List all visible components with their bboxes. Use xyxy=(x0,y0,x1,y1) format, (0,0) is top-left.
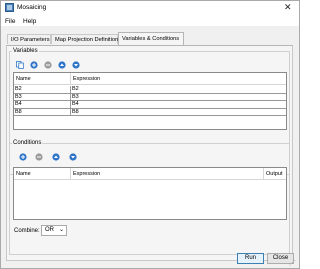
menu-help[interactable]: Help xyxy=(23,18,36,25)
table-row[interactable]: B4 B4 xyxy=(14,101,286,109)
conditions-col-expression[interactable]: Expression xyxy=(71,168,264,180)
variable-expression-cell[interactable]: B2 xyxy=(71,86,79,93)
menu-bar: File Help xyxy=(1,15,299,26)
menu-file[interactable]: File xyxy=(5,18,15,25)
resize-grip-icon[interactable]: ⋰ xyxy=(289,259,296,267)
mosaicing-window: Mosaicing ✕ File Help I/O Parameters Map… xyxy=(0,0,300,269)
add-variable-icon[interactable] xyxy=(30,61,38,69)
move-down-condition-icon[interactable] xyxy=(69,153,77,161)
conditions-group-title: Conditions xyxy=(12,140,43,146)
add-condition-icon[interactable] xyxy=(19,153,27,161)
variable-name-cell[interactable]: B8 xyxy=(14,108,71,116)
close-window-icon[interactable]: ✕ xyxy=(284,3,292,12)
variables-table: Name Expression B2 B2 B3 B3 B4 B4 B8 B8 xyxy=(13,72,287,130)
tab-map-projection-definition[interactable]: Map Projection Definition xyxy=(51,34,118,44)
variables-col-expression[interactable]: Expression xyxy=(71,73,286,85)
chevron-down-icon: ⌄ xyxy=(58,227,64,233)
variable-expression-cell[interactable]: B4 xyxy=(71,101,79,108)
title-bar: Mosaicing ✕ xyxy=(1,1,299,15)
variables-group-title: Variables xyxy=(12,48,39,54)
table-row[interactable]: B8 B8 xyxy=(14,108,286,116)
move-up-variable-icon[interactable] xyxy=(58,61,66,69)
variable-expression-cell[interactable]: B3 xyxy=(71,94,79,101)
remove-variable-icon[interactable] xyxy=(44,61,52,69)
tab-variables-conditions[interactable]: Variables & Conditions xyxy=(118,32,184,45)
copy-variable-icon[interactable] xyxy=(16,61,24,69)
remove-condition-icon[interactable] xyxy=(35,153,43,161)
app-icon xyxy=(5,3,14,12)
combine-select[interactable]: OR ⌄ xyxy=(41,225,67,236)
run-button[interactable]: Run xyxy=(237,253,264,264)
variables-col-name[interactable]: Name xyxy=(14,73,71,85)
table-row[interactable]: B2 B2 xyxy=(14,86,286,94)
variable-name-cell[interactable]: B3 xyxy=(14,93,71,101)
variable-expression-cell[interactable]: B8 xyxy=(71,109,79,116)
conditions-col-output[interactable]: Output xyxy=(264,168,286,180)
combine-label: Combine: xyxy=(14,228,40,234)
window-title: Mosaicing xyxy=(17,4,47,11)
combine-selected-value: OR xyxy=(45,227,54,233)
variable-name-cell[interactable]: B2 xyxy=(14,86,71,93)
conditions-col-name[interactable]: Name xyxy=(14,168,71,180)
variable-name-cell[interactable]: B4 xyxy=(14,101,71,108)
tab-io-parameters[interactable]: I/O Parameters xyxy=(7,34,51,44)
move-up-condition-icon[interactable] xyxy=(52,153,60,161)
move-down-variable-icon[interactable] xyxy=(72,61,80,69)
conditions-table: Name Expression Output xyxy=(13,167,287,220)
table-row[interactable]: B3 B3 xyxy=(14,93,286,101)
